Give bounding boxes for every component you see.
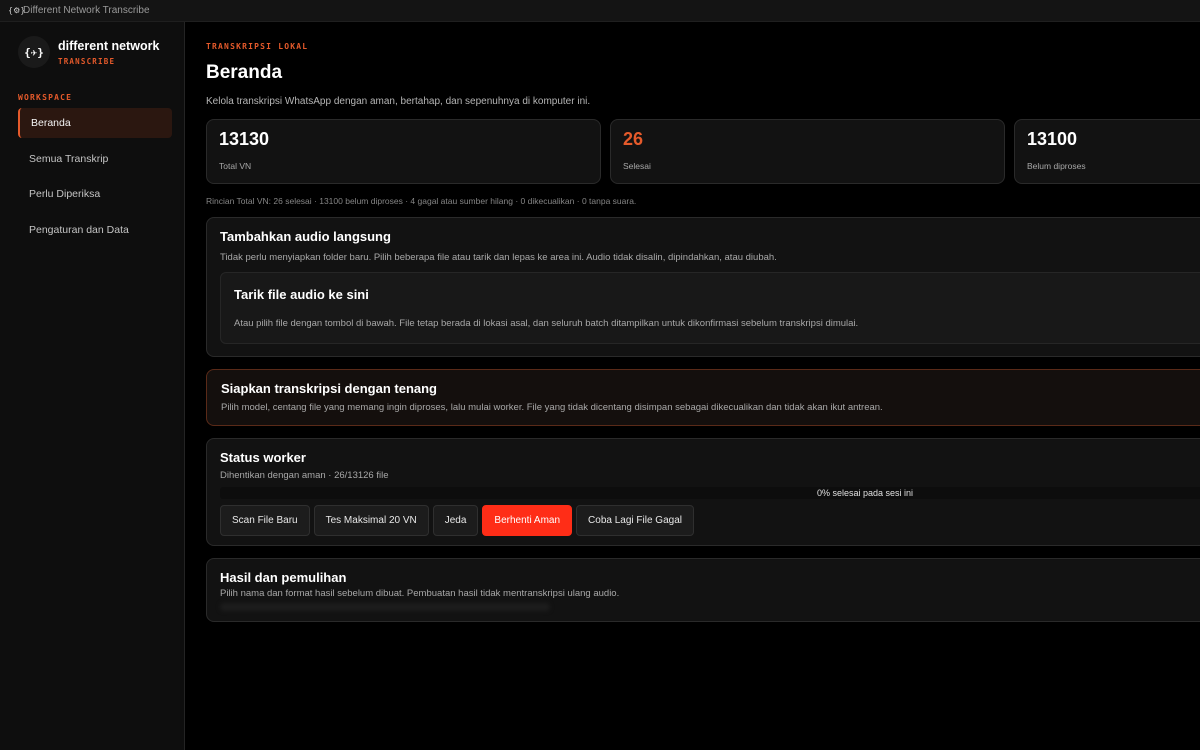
stat-value: 26 [623,129,644,149]
sidebar-item-semua-transkrip[interactable]: Semua Transkrip [18,144,172,174]
worker-title: Status worker [220,450,306,465]
brand: {✈} different network TRANSCRIBE [18,36,159,68]
brand-logo-icon: {✈} [18,36,50,68]
pause-button[interactable]: Jeda [432,505,479,536]
upload-description: Tidak perlu menyiapkan folder baru. Pili… [220,252,777,263]
sidebar-item-label: Pengaturan dan Data [29,223,129,236]
sidebar-section-label: WORKSPACE [18,93,73,102]
stat-value: 13100 [1027,129,1078,149]
sidebar-item-perlu-diperiksa[interactable]: Perlu Diperiksa [18,179,172,209]
results-placeholder [220,603,550,611]
results-title: Hasil dan pemulihan [220,570,347,585]
stats-breakdown: Rincian Total VN: 26 selesai · 13100 bel… [206,196,637,206]
sidebar-item-label: Semua Transkrip [29,152,109,165]
prep-title: Siapkan transkripsi dengan tenang [221,381,437,396]
prep-description: Pilih model, centang file yang memang in… [221,402,883,413]
results-card: Hasil dan pemulihan Pilih nama dan forma… [206,558,1200,622]
brand-name: different network [58,38,160,53]
prep-card: Siapkan transkripsi dengan tenang Pilih … [206,369,1200,426]
worker-card: Status worker Dihentikan dengan aman · 2… [206,438,1200,546]
worker-progress-bar: 0% selesai pada sesi ini [220,487,1200,499]
drop-zone-title: Tarik file audio ke sini [234,287,369,302]
app-logo-icon: {⚙} [8,5,26,15]
sidebar-item-pengaturan[interactable]: Pengaturan dan Data [18,215,172,245]
drop-zone[interactable]: Tarik file audio ke sini Atau pilih file… [220,272,1200,344]
window-title: Different Network Transcribe [23,5,150,16]
results-description: Pilih nama dan format hasil sebelum dibu… [220,588,620,599]
upload-title: Tambahkan audio langsung [220,229,391,244]
page-eyebrow: TRANSKRIPSI LOKAL [206,42,309,51]
sidebar-item-label: Beranda [31,117,71,129]
sidebar: {✈} different network TRANSCRIBE WORKSPA… [0,22,185,750]
brand-subtitle: TRANSCRIBE [58,56,116,66]
sidebar-item-label: Perlu Diperiksa [29,188,101,200]
page-title: Beranda [206,62,283,83]
retry-failed-button[interactable]: Coba Lagi File Gagal [576,505,694,536]
stat-card-belum: 13100 Belum diproses [1014,119,1200,184]
sidebar-item-beranda[interactable]: Beranda [18,108,172,138]
worker-progress-text: 0% selesai pada sesi ini [816,488,914,498]
sidebar-nav: Beranda Semua Transkrip Perlu Diperiksa … [18,108,172,250]
stat-label: Total VN [219,161,252,171]
stat-value: 13130 [219,129,270,149]
upload-card: Tambahkan audio langsung Tidak perlu men… [206,217,1200,357]
drop-zone-description: Atau pilih file dengan tombol di bawah. … [234,318,859,329]
stat-card-total: 13130 Total VN [206,119,601,184]
worker-actions: Scan File Baru Tes Maksimal 20 VN Jeda B… [220,505,698,536]
safe-stop-button[interactable]: Berhenti Aman [482,505,573,536]
main-content: TRANSKRIPSI LOKAL Beranda Kelola transkr… [186,22,1200,750]
test-max-20-button[interactable]: Tes Maksimal 20 VN [313,505,429,536]
scan-new-files-button[interactable]: Scan File Baru [220,505,310,536]
page-subtitle: Kelola transkripsi WhatsApp dengan aman,… [206,96,591,107]
stat-card-selesai: 26 Selesai [610,119,1005,184]
stat-label: Selesai [623,161,651,171]
worker-status: Dihentikan dengan aman · 26/13126 file [220,470,389,481]
stat-label: Belum diproses [1027,161,1086,171]
title-bar: {⚙} Different Network Transcribe [0,0,1200,22]
